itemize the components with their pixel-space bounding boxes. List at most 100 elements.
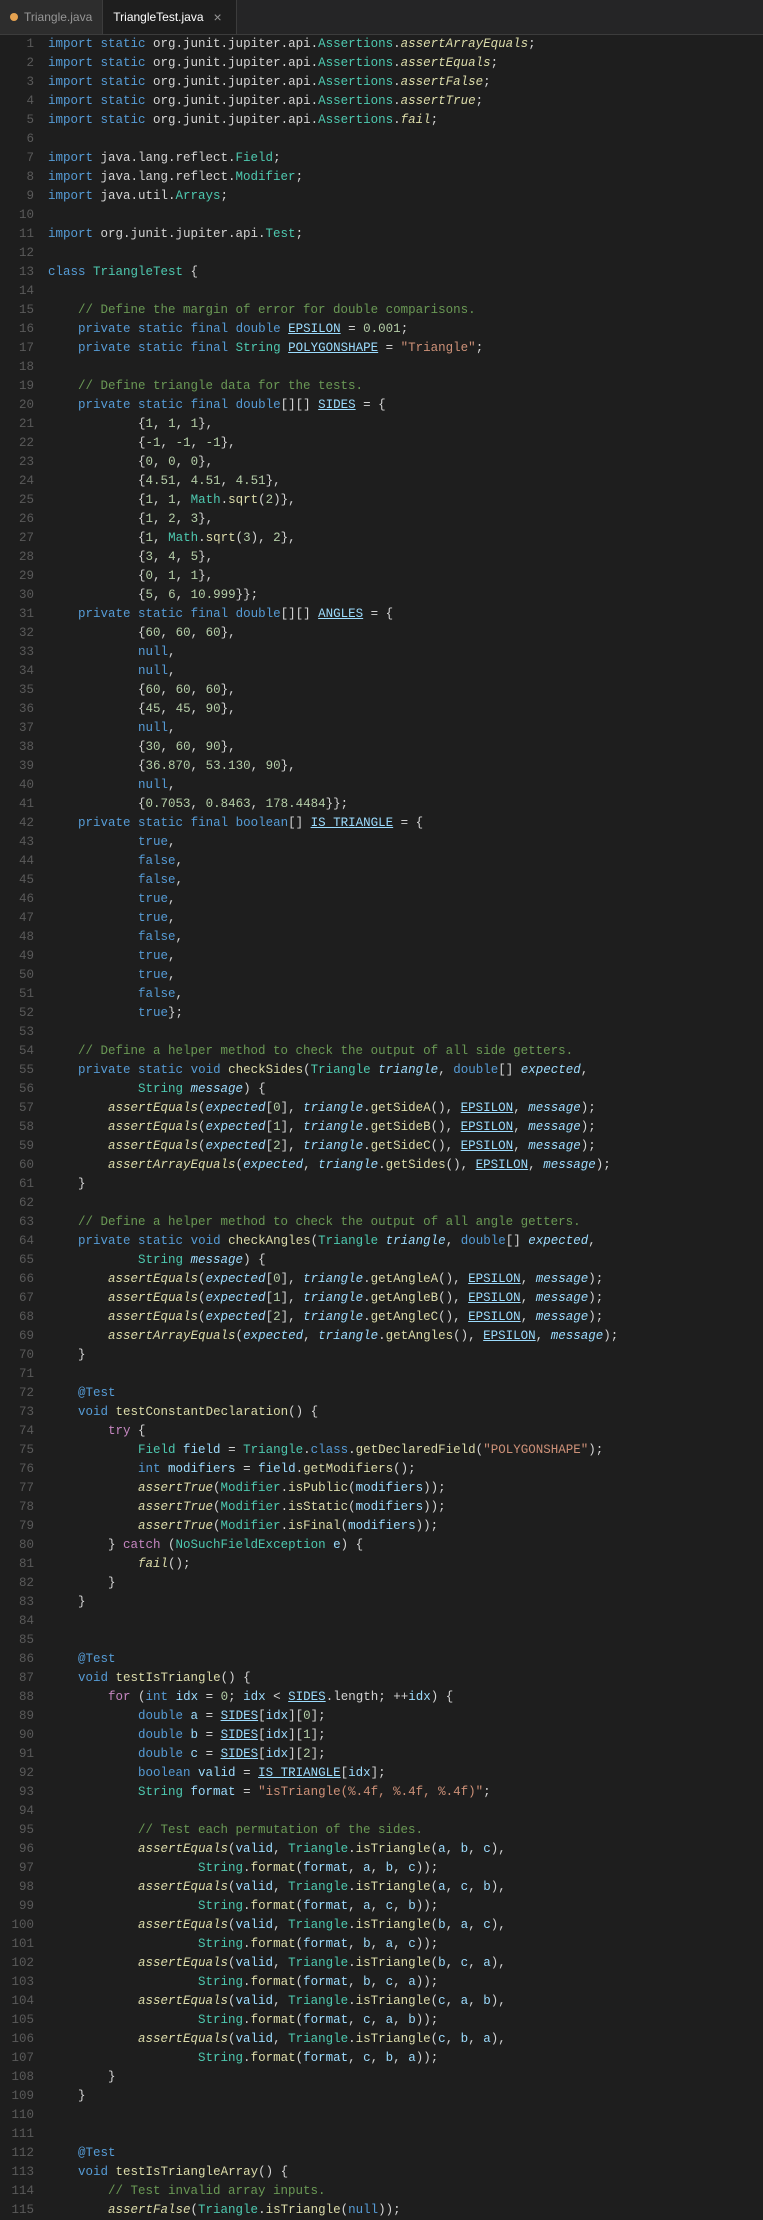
code-line-42: private static final boolean[] IS_TRIANG… [48,814,763,833]
ln-36: 36 [0,700,34,719]
ln-3: 3 [0,73,34,92]
code-line-90: double b = SIDES[idx][1]; [48,1726,763,1745]
code-line-106: assertEquals(valid, Triangle.isTriangle(… [48,2030,763,2049]
ln-41: 41 [0,795,34,814]
ln-84: 84 [0,1612,34,1631]
ln-54: 54 [0,1042,34,1061]
code-line-105: String.format(format, c, a, b)); [48,2011,763,2030]
ln-4: 4 [0,92,34,111]
code-line-65: String message) { [48,1251,763,1270]
code-line-11: import org.junit.jupiter.api.Test; [48,225,763,244]
ln-30: 30 [0,586,34,605]
ln-92: 92 [0,1764,34,1783]
ln-48: 48 [0,928,34,947]
ln-35: 35 [0,681,34,700]
ln-55: 55 [0,1061,34,1080]
ln-69: 69 [0,1327,34,1346]
code-line-9: import java.util.Arrays; [48,187,763,206]
ln-113: 113 [0,2163,34,2182]
code-line-67: assertEquals(expected[1], triangle.getAn… [48,1289,763,1308]
ln-70: 70 [0,1346,34,1365]
ln-63: 63 [0,1213,34,1232]
code-line-17: private static final String POLYGONSHAPE… [48,339,763,358]
ln-14: 14 [0,282,34,301]
ln-83: 83 [0,1593,34,1612]
code-line-39: {36.870, 53.130, 90}, [48,757,763,776]
tab-label: Triangle.java [24,10,92,24]
code-line-111 [48,2125,763,2144]
ln-72: 72 [0,1384,34,1403]
ln-98: 98 [0,1878,34,1897]
tab-triangletest[interactable]: TriangleTest.java × [103,0,236,34]
ln-19: 19 [0,377,34,396]
code-line-60: assertArrayEquals(expected, triangle.get… [48,1156,763,1175]
code-line-107: String.format(format, c, b, a)); [48,2049,763,2068]
ln-68: 68 [0,1308,34,1327]
code-line-79: assertTrue(Modifier.isFinal(modifiers)); [48,1517,763,1536]
ln-16: 16 [0,320,34,339]
code-line-49: true, [48,947,763,966]
ln-103: 103 [0,1973,34,1992]
ln-77: 77 [0,1479,34,1498]
ln-110: 110 [0,2106,34,2125]
code-line-29: {0, 1, 1}, [48,567,763,586]
code-line-19: // Define triangle data for the tests. [48,377,763,396]
ln-44: 44 [0,852,34,871]
code-line-84 [48,1612,763,1631]
ln-34: 34 [0,662,34,681]
ln-80: 80 [0,1536,34,1555]
ln-114: 114 [0,2182,34,2201]
tab-dot [10,13,18,21]
code-line-113: void testIsTriangleArray() { [48,2163,763,2182]
code-line-59: assertEquals(expected[2], triangle.getSi… [48,1137,763,1156]
code-line-41: {0.7053, 0.8463, 178.4484}}; [48,795,763,814]
code-line-33: null, [48,643,763,662]
code-line-102: assertEquals(valid, Triangle.isTriangle(… [48,1954,763,1973]
ln-25: 25 [0,491,34,510]
ln-33: 33 [0,643,34,662]
close-icon[interactable]: × [210,9,226,25]
code-line-10 [48,206,763,225]
code-line-104: assertEquals(valid, Triangle.isTriangle(… [48,1992,763,2011]
ln-107: 107 [0,2049,34,2068]
code-line-86: @Test [48,1650,763,1669]
code-line-53 [48,1023,763,1042]
code-line-62 [48,1194,763,1213]
code-line-37: null, [48,719,763,738]
code-line-85 [48,1631,763,1650]
ln-71: 71 [0,1365,34,1384]
ln-111: 111 [0,2125,34,2144]
code-line-72: @Test [48,1384,763,1403]
ln-93: 93 [0,1783,34,1802]
ln-15: 15 [0,301,34,320]
ln-46: 46 [0,890,34,909]
code-line-74: try { [48,1422,763,1441]
code-line-78: assertTrue(Modifier.isStatic(modifiers))… [48,1498,763,1517]
code-line-63: // Define a helper method to check the o… [48,1213,763,1232]
code-line-94 [48,1802,763,1821]
ln-100: 100 [0,1916,34,1935]
code-line-89: double a = SIDES[idx][0]; [48,1707,763,1726]
ln-10: 10 [0,206,34,225]
ln-94: 94 [0,1802,34,1821]
ln-74: 74 [0,1422,34,1441]
code-line-61: } [48,1175,763,1194]
ln-24: 24 [0,472,34,491]
ln-52: 52 [0,1004,34,1023]
ln-73: 73 [0,1403,34,1422]
ln-106: 106 [0,2030,34,2049]
code-line-103: String.format(format, b, c, a)); [48,1973,763,1992]
tab-triangle[interactable]: Triangle.java [0,0,103,34]
code-line-82: } [48,1574,763,1593]
ln-86: 86 [0,1650,34,1669]
ln-62: 62 [0,1194,34,1213]
ln-22: 22 [0,434,34,453]
code-line-21: {1, 1, 1}, [48,415,763,434]
code-line-50: true, [48,966,763,985]
code-line-25: {1, 1, Math.sqrt(2)}, [48,491,763,510]
code-editor: 1 2 3 4 5 6 7 8 9 10 11 12 13 14 15 16 1… [0,35,763,2220]
ln-88: 88 [0,1688,34,1707]
ln-91: 91 [0,1745,34,1764]
code-line-23: {0, 0, 0}, [48,453,763,472]
ln-21: 21 [0,415,34,434]
